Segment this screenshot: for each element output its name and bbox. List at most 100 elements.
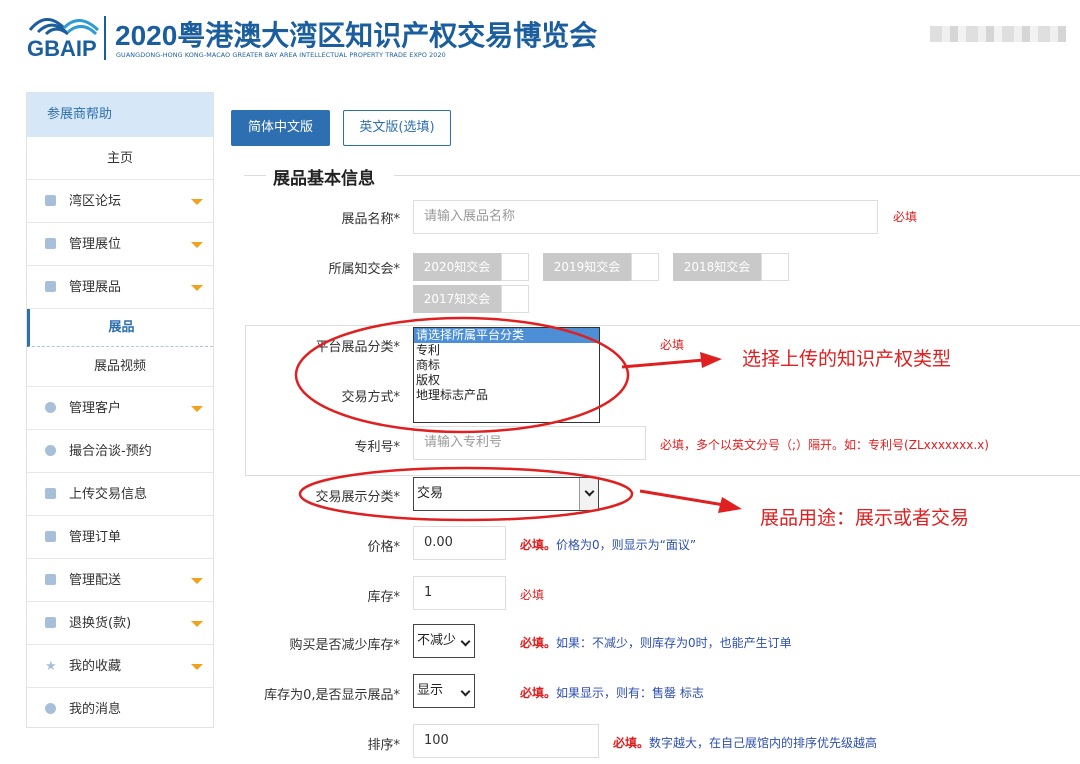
sort-note: 必填。数字越大，在自己展馆内的排序优先级越高: [613, 734, 877, 751]
expo-label: 所属知交会*: [328, 262, 400, 277]
callout-exhibit-purpose: 展品用途：展示或者交易: [760, 507, 970, 529]
expo-checkbox[interactable]: [631, 253, 659, 281]
expo-option-label: 2018知交会: [673, 253, 761, 281]
sort-input[interactable]: 100: [413, 724, 599, 758]
chevron-down-icon: [460, 636, 471, 647]
reduce-stock-hint: 如果：不减少，则库存为0时，也能产生订单: [556, 636, 792, 650]
category-required: 必填: [660, 338, 685, 352]
star-icon: ★: [45, 659, 57, 674]
zero-stock-note: 必填。如果显示，则有：售罄 标志: [520, 684, 704, 701]
sidebar-item-orders[interactable]: 管理订单: [27, 516, 213, 559]
sidebar-item-label: 撮合洽谈-预约: [69, 444, 152, 459]
caret-down-icon: [191, 664, 203, 670]
category-option[interactable]: 地理标志产品: [414, 388, 599, 403]
truck-icon: [45, 574, 56, 585]
arrow-head-2: [718, 497, 742, 513]
caret-down-icon: [191, 199, 203, 205]
reduce-stock-select[interactable]: 不减少: [413, 624, 475, 658]
reduce-stock-value: 不减少: [417, 633, 457, 648]
grid-icon: [45, 281, 56, 292]
logo-text: GBAIP: [27, 36, 97, 61]
sidebar-item-messages[interactable]: 我的消息: [27, 688, 213, 731]
sidebar-heading[interactable]: 参展商帮助: [27, 93, 213, 137]
sidebar-item-label: 我的收藏: [69, 659, 122, 674]
sidebar-item-label: 展品视频: [93, 359, 146, 374]
callout-ip-type: 选择上传的知识产权类型: [742, 348, 952, 370]
sidebar-item-exhibits[interactable]: 管理展品: [27, 266, 213, 309]
expo-option-label: 2019知交会: [543, 253, 631, 281]
sidebar-item-booth[interactable]: 管理展位: [27, 223, 213, 266]
sidebar-item-returns[interactable]: 退换货(款): [27, 602, 213, 645]
sidebar-item-label: 上传交易信息: [69, 487, 148, 502]
sidebar-item-label: 管理配送: [69, 573, 122, 588]
dropdown-arrow[interactable]: [579, 478, 598, 510]
patent-note: 必填，多个以英文分号（;）隔开。如：专利号(ZLxxxxxxx.x): [660, 438, 989, 452]
sort-label: 排序*: [367, 738, 400, 753]
stock-label: 库存*: [367, 590, 400, 605]
expo-checkbox[interactable]: [501, 285, 529, 313]
site-subtitle: GUANGDONG-HONG KONG-MACAO GREATER BAY AR…: [116, 51, 446, 59]
reduce-stock-note: 必填。如果：不减少，则库存为0时，也能产生订单: [520, 634, 792, 651]
category-option[interactable]: 专利: [414, 343, 599, 358]
sidebar-item-delivery[interactable]: 管理配送: [27, 559, 213, 602]
sidebar-item-matchmaking[interactable]: 撮合洽谈-预约: [27, 430, 213, 473]
user-icon: [45, 402, 56, 413]
user-area-blurred[interactable]: [930, 26, 1066, 42]
zero-stock-hint: 如果显示，则有：售罄 标志: [556, 686, 704, 700]
patent-label: 专利号*: [354, 440, 400, 455]
logo[interactable]: GBAIP: [24, 8, 114, 68]
caret-down-icon: [191, 406, 203, 412]
display-category-value: 交易: [417, 486, 444, 501]
expo-checkbox[interactable]: [501, 253, 529, 281]
category-listbox[interactable]: 请选择所属平台分类 专利 商标 版权 地理标志产品: [413, 327, 600, 423]
tab-english[interactable]: 英文版(选填): [343, 110, 451, 146]
price-hint: 价格为0，则显示为“面议”: [556, 538, 697, 552]
sidebar-item-favorites[interactable]: ★ 我的收藏: [27, 645, 213, 688]
stock-required: 必填: [520, 588, 545, 602]
sidebar-item-home[interactable]: 主页: [27, 137, 213, 180]
site-title: 2020粤港澳大湾区知识产权交易博览会: [115, 20, 598, 51]
zero-stock-select[interactable]: 显示: [413, 674, 475, 708]
category-label: 平台展品分类*: [315, 340, 400, 355]
message-icon: [45, 703, 56, 714]
sidebar-item-forum[interactable]: 湾区论坛: [27, 180, 213, 223]
reduce-stock-label: 购买是否减少库存*: [289, 638, 400, 653]
section-divider: [394, 175, 1080, 176]
upload-icon: [45, 488, 56, 499]
sidebar-item-exhibit[interactable]: 展品: [27, 309, 213, 347]
stock-input[interactable]: 1: [413, 576, 506, 610]
name-label: 展品名称*: [341, 212, 400, 227]
zero-stock-value: 显示: [417, 683, 444, 698]
caret-down-icon: [191, 242, 203, 248]
category-option[interactable]: 商标: [414, 358, 599, 373]
name-required: 必填: [893, 210, 918, 224]
patent-input[interactable]: 请输入专利号: [413, 426, 646, 460]
caret-down-icon: [191, 621, 203, 627]
sidebar-item-upload-trade[interactable]: 上传交易信息: [27, 473, 213, 516]
tab-simplified-chinese[interactable]: 简体中文版: [231, 110, 330, 146]
sidebar-item-exhibit-video[interactable]: 展品视频: [27, 347, 213, 387]
category-option[interactable]: 版权: [414, 373, 599, 388]
sort-hint: 数字越大，在自己展馆内的排序优先级越高: [649, 736, 878, 750]
sidebar-item-label: 管理客户: [69, 401, 122, 416]
order-icon: [45, 531, 56, 542]
return-icon: [45, 617, 56, 628]
sidebar-item-label: 展品: [108, 320, 135, 335]
display-category-select[interactable]: 交易: [413, 477, 599, 511]
sidebar-item-customers[interactable]: 管理客户: [27, 387, 213, 430]
required-mark: 必填。: [520, 538, 557, 552]
caret-down-icon: [191, 285, 203, 291]
sidebar: 参展商帮助 主页 湾区论坛 管理展位 管理展品 展品 展品视频 管理客户 撮合洽…: [26, 92, 214, 728]
section-divider: [244, 175, 266, 176]
expo-option-label: 2017知交会: [413, 285, 501, 313]
trade-method-label: 交易方式*: [341, 390, 400, 405]
sidebar-item-label: 主页: [106, 151, 133, 166]
display-category-label: 交易展示分类*: [315, 490, 400, 505]
logo-divider: [104, 16, 106, 60]
name-input[interactable]: 请输入展品名称: [413, 200, 878, 234]
price-input[interactable]: 0.00: [413, 526, 506, 560]
chevron-down-icon: [460, 686, 471, 697]
forum-icon: [45, 195, 56, 206]
expo-checkbox[interactable]: [761, 253, 789, 281]
category-option[interactable]: 请选择所属平台分类: [414, 328, 599, 343]
